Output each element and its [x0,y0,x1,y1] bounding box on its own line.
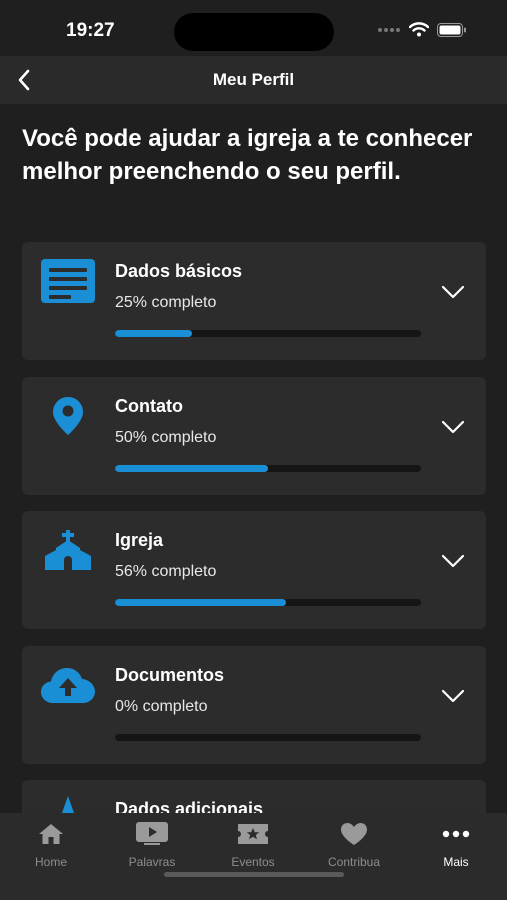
video-icon [136,822,168,845]
church-icon [40,527,96,573]
expand-button[interactable] [440,551,466,571]
heart-icon [341,823,367,845]
expand-button[interactable] [440,417,466,437]
nav-bar: Meu Perfil [0,56,507,104]
tab-home[interactable]: Home [11,821,91,869]
section-progress-label: 0% completo [115,698,208,715]
more-dots-icon [442,830,470,838]
section-card-igreja[interactable]: Igreja 56% completo [22,511,486,629]
document-lines-icon [40,258,96,304]
section-card-contato[interactable]: Contato 50% completo [22,377,486,495]
status-time: 19:27 [66,20,115,41]
battery-icon [437,22,466,37]
section-title: Documentos [115,665,225,685]
page-title: Meu Perfil [212,70,295,89]
wifi-icon [409,22,429,37]
progress-fill [115,465,268,472]
progress-fill [115,330,192,337]
section-progress-label: 25% completo [115,294,217,311]
tab-label: Home [34,855,67,869]
progress-bar [115,330,421,337]
progress-fill [115,599,287,606]
status-icons [377,22,467,37]
dynamic-island [174,13,334,51]
expand-button[interactable] [440,686,466,706]
cloud-upload-icon [40,662,96,708]
tab-bar: Home Palavras Eventos Contribua Mais [0,813,507,900]
progress-bar [115,734,421,741]
home-indicator [164,872,344,877]
signal-icon [378,27,400,32]
profile-content[interactable]: Você pode ajudar a igreja a te conhecer … [0,104,507,813]
status-bar: 19:27 [0,0,507,56]
chevron-down-icon [441,554,465,568]
chevron-down-icon [441,689,465,703]
progress-bar [115,465,421,472]
tab-label: Mais [443,855,469,869]
section-card-dados-basicos[interactable]: Dados básicos 25% completo [22,242,486,360]
tab-label: Palavras [128,855,176,869]
section-card-dados-adicionais[interactable]: Dados adicionais [22,780,486,813]
section-title: Dados básicos [115,261,243,281]
tab-eventos[interactable]: Eventos [213,821,293,869]
section-progress-label: 56% completo [115,563,217,580]
ticket-icon [238,824,268,844]
section-progress-label: 50% completo [115,429,217,446]
section-title: Igreja [115,530,164,550]
tab-palavras[interactable]: Palavras [112,821,192,869]
expand-button[interactable] [440,282,466,302]
chevron-down-icon [441,420,465,434]
section-title: Dados adicionais [115,799,264,813]
tab-label: Eventos [231,855,275,869]
tab-contribua[interactable]: Contribua [314,821,394,869]
star-icon [40,796,96,813]
section-card-documentos[interactable]: Documentos 0% completo [22,646,486,764]
tab-mais[interactable]: Mais [416,821,496,869]
progress-bar [115,599,421,606]
intro-text: Você pode ajudar a igreja a te conhecer … [22,125,473,185]
section-title: Contato [115,396,183,416]
chevron-down-icon [441,285,465,299]
tab-label: Contribua [327,855,381,869]
location-pin-icon [40,393,96,439]
home-icon [39,824,63,844]
